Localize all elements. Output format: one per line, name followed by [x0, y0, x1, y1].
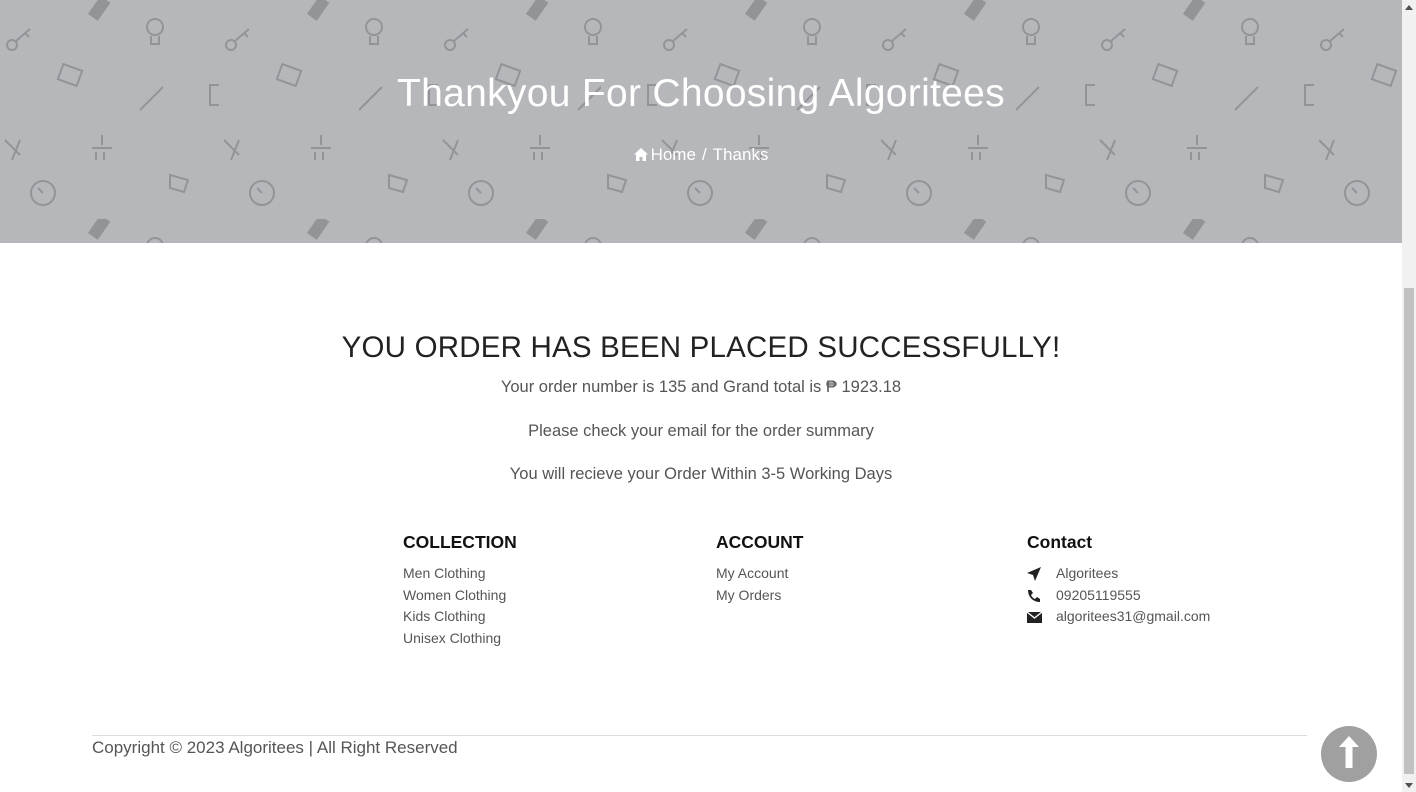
- delivery-estimate-text: You will recieve your Order Within 3-5 W…: [509, 465, 893, 483]
- contact-name-row: Algoritees: [1027, 563, 1210, 585]
- contact-name: Algoritees: [1056, 565, 1119, 581]
- scroll-down-arrow[interactable]: [1402, 778, 1416, 792]
- link-my-orders[interactable]: My Orders: [716, 585, 804, 607]
- back-to-top-button[interactable]: [1321, 726, 1377, 782]
- contact-email-row: algoritees31@gmail.com: [1027, 606, 1210, 628]
- footer-contact: Contact Algoritees 09205119555 algoritee…: [1027, 532, 1210, 628]
- breadcrumb-current: Thanks: [712, 145, 769, 164]
- link-kids-clothing[interactable]: Kids Clothing: [403, 606, 517, 628]
- vertical-scrollbar[interactable]: [1402, 0, 1416, 792]
- home-icon[interactable]: [633, 146, 648, 166]
- contact-phone: 09205119555: [1056, 586, 1141, 603]
- envelope-icon: [1027, 611, 1056, 623]
- contact-email[interactable]: algoritees31@gmail.com: [1056, 606, 1210, 628]
- location-arrow-icon: [1027, 566, 1056, 581]
- footer-divider: [92, 735, 1307, 736]
- arrow-up-icon: [1339, 735, 1359, 773]
- contact-heading: Contact: [1027, 532, 1093, 552]
- breadcrumb: Home / Thanks: [0, 145, 1402, 166]
- email-summary-text: Please check your email for the order su…: [528, 422, 874, 440]
- account-heading: ACCOUNT: [716, 532, 804, 552]
- footer-collection: COLLECTION Men Clothing Women Clothing K…: [403, 532, 517, 650]
- breadcrumb-separator: /: [701, 145, 707, 164]
- hero-banner: Thankyou For Choosing Algoritees Home / Th…: [0, 0, 1402, 243]
- link-unisex-clothing[interactable]: Unisex Clothing: [403, 628, 517, 650]
- page-title: Thankyou For Choosing Algoritees: [397, 72, 1005, 115]
- success-headline: YOU ORDER HAS BEEN PLACED SUCCESSFULLY!: [341, 331, 1061, 364]
- footer-account: ACCOUNT My Account My Orders: [716, 532, 804, 606]
- copyright-text: Copyright © 2023 Algoritees | All Right …: [92, 738, 458, 757]
- scrollbar-thumb[interactable]: [1404, 288, 1414, 774]
- link-women-clothing[interactable]: Women Clothing: [403, 585, 517, 607]
- phone-icon: [1027, 589, 1056, 603]
- collection-heading: COLLECTION: [403, 532, 517, 552]
- hero-pattern: [0, 0, 1402, 243]
- link-men-clothing[interactable]: Men Clothing: [403, 563, 517, 585]
- contact-phone-row: 09205119555: [1027, 585, 1210, 607]
- order-number-text: Your order number is 135 and Grand total…: [500, 378, 902, 396]
- breadcrumb-home-link[interactable]: Home: [651, 145, 696, 164]
- link-my-account[interactable]: My Account: [716, 563, 804, 585]
- scroll-up-arrow[interactable]: [1402, 0, 1416, 14]
